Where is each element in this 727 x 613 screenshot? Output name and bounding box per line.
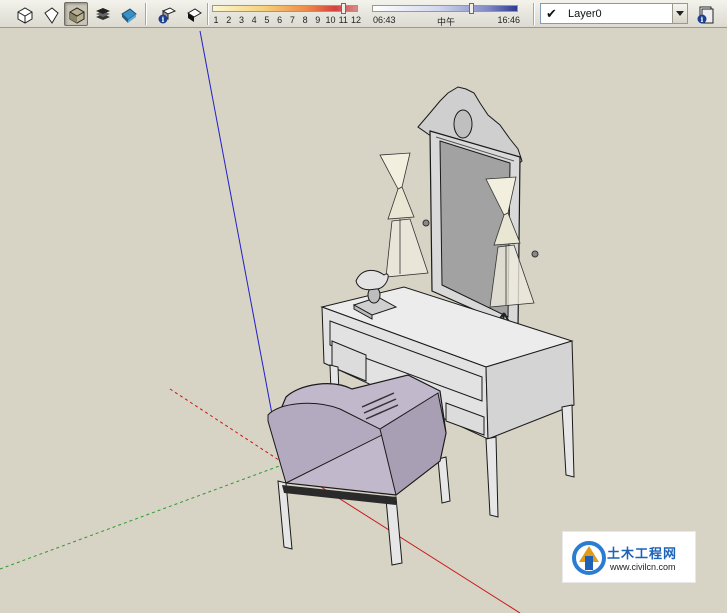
chevron-down-icon[interactable]: [672, 4, 687, 23]
right-wall-sconce: [531, 250, 539, 258]
toolbar-separator: [207, 3, 209, 25]
left-wall-sconce: [422, 219, 430, 227]
time-noon-label: 中午: [436, 17, 456, 27]
shadow-settings-button[interactable]: i: [154, 2, 178, 26]
month-tick-7: 7: [289, 15, 295, 25]
shaded-style-button[interactable]: [64, 2, 88, 26]
time-slider-thumb[interactable]: [469, 3, 475, 14]
layer-dropdown[interactable]: ✔ Layer0: [540, 3, 688, 24]
mirror-crest-medallion: [453, 109, 473, 139]
watermark-title: 土木工程网: [607, 546, 678, 561]
svg-text:i: i: [701, 15, 704, 24]
shaded-with-textures-style-button[interactable]: [116, 2, 140, 26]
toolbar-separator: [533, 3, 535, 25]
wireframe-style-button[interactable]: [38, 2, 62, 26]
month-tick-2: 2: [226, 15, 232, 25]
current-layer-check-icon: ✔: [546, 6, 557, 21]
time-slider-track: [372, 5, 518, 12]
month-slider-track: [212, 5, 358, 12]
layer-name: Layer0: [568, 8, 602, 20]
cube-wire-icon: [44, 7, 59, 24]
month-tick-12: 12: [350, 15, 362, 25]
display-shadows-button[interactable]: [181, 2, 205, 26]
layer-manager-button[interactable]: i: [692, 2, 716, 26]
month-tick-3: 3: [238, 15, 244, 25]
watermark-url: www.civilcn.com: [610, 562, 676, 572]
hidden-line-style-button[interactable]: [12, 2, 36, 26]
shadow-toggle-icon: [187, 8, 202, 22]
cube-textured-icon: [121, 8, 137, 23]
month-tick-8: 8: [302, 15, 308, 25]
time-start-label: 06:43: [373, 15, 396, 25]
month-tick-4: 4: [251, 15, 257, 25]
month-tick-9: 9: [315, 15, 321, 25]
watermark-logo: 土木工程网 www.civilcn.com: [562, 531, 696, 583]
model-canvas[interactable]: [0, 29, 727, 613]
month-tick-1: 1: [213, 15, 219, 25]
model-viewport[interactable]: [0, 29, 727, 613]
monochrome-style-button[interactable]: [90, 2, 114, 26]
layered-boxes-icon: [96, 8, 110, 20]
toolbar: i 1 2 3 4 5 6 7 8 9 10 11 12 06:43 中午 16:46 ✔ Layer…: [0, 0, 727, 28]
civilcn-logo-icon: [572, 541, 606, 575]
month-tick-11: 11: [338, 15, 348, 25]
time-end-label: 16:46: [497, 15, 520, 25]
layer-manager-icon: i: [697, 6, 714, 24]
month-tick-6: 6: [277, 15, 283, 25]
svg-text:i: i: [162, 15, 165, 24]
cube-outline-icon: [17, 7, 33, 24]
month-slider[interactable]: 1 2 3 4 5 6 7 8 9 10 11 12: [212, 3, 362, 25]
toolbar-separator: [145, 3, 147, 25]
time-slider[interactable]: 06:43 中午 16:46: [372, 3, 520, 27]
month-slider-thumb[interactable]: [341, 3, 347, 14]
month-tick-5: 5: [264, 15, 270, 25]
shadow-info-icon: i: [158, 7, 177, 24]
month-tick-10: 10: [325, 15, 336, 25]
cube-shaded-icon: [69, 7, 85, 24]
